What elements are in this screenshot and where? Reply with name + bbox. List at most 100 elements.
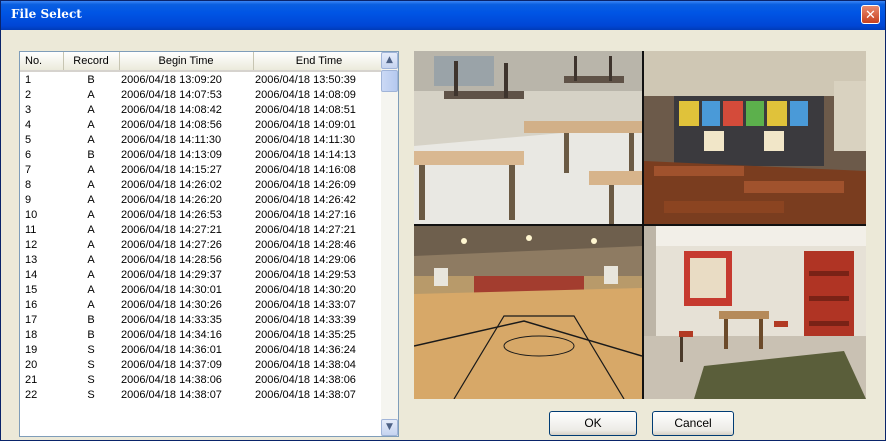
cell-end-time: 2006/04/18 14:14:13 bbox=[255, 148, 356, 161]
table-row[interactable]: 10 A 2006/04/18 14:26:53 2006/04/18 14:27:1… bbox=[20, 207, 385, 222]
table-row[interactable]: 2 A 2006/04/18 14:07:53 2006/04/18 14:08:09 bbox=[20, 87, 385, 102]
table-row[interactable]: 1 B 2006/04/18 13:09:20 2006/04/18 13:50:39 bbox=[20, 71, 385, 87]
cell-end-time: 2006/04/18 14:08:09 bbox=[255, 88, 356, 101]
column-header-end-time[interactable]: End Time bbox=[253, 52, 386, 72]
column-header-begin-time[interactable]: Begin Time bbox=[119, 52, 254, 72]
table-row[interactable]: 3 A 2006/04/18 14:08:42 2006/04/18 14:08:51 bbox=[20, 102, 385, 117]
table-row[interactable]: 22 S 2006/04/18 14:38:07 2006/04/18 14:38:0… bbox=[20, 387, 385, 402]
cell-no: 1 bbox=[25, 73, 32, 86]
cell-end-time: 2006/04/18 14:26:42 bbox=[255, 193, 356, 206]
table-row[interactable]: 14 A 2006/04/18 14:29:37 2006/04/18 14:29:5… bbox=[20, 267, 385, 282]
table-row[interactable]: 15 A 2006/04/18 14:30:01 2006/04/18 14:30:2… bbox=[20, 282, 385, 297]
cell-begin-time: 2006/04/18 13:09:20 bbox=[121, 73, 222, 86]
scroll-thumb[interactable] bbox=[381, 70, 398, 92]
cell-no: 3 bbox=[25, 103, 32, 116]
cell-no: 12 bbox=[25, 238, 38, 251]
cell-begin-time: 2006/04/18 14:07:53 bbox=[121, 88, 222, 101]
cell-end-time: 2006/04/18 14:38:06 bbox=[255, 373, 356, 386]
cell-no: 11 bbox=[25, 223, 37, 236]
cell-record: A bbox=[87, 208, 95, 221]
cell-record: A bbox=[87, 268, 95, 281]
table-row[interactable]: 18 B 2006/04/18 14:34:16 2006/04/18 14:35:2… bbox=[20, 327, 385, 342]
table-row[interactable]: 7 A 2006/04/18 14:15:27 2006/04/18 14:16:08 bbox=[20, 162, 385, 177]
cell-record: A bbox=[87, 238, 95, 251]
table-row[interactable]: 8 A 2006/04/18 14:26:02 2006/04/18 14:26:09 bbox=[20, 177, 385, 192]
cell-end-time: 2006/04/18 13:50:39 bbox=[255, 73, 356, 86]
cell-begin-time: 2006/04/18 14:26:20 bbox=[121, 193, 222, 206]
record-table: No. Record Begin Time End Time 1 B 2006/04… bbox=[20, 52, 386, 402]
cell-end-time: 2006/04/18 14:38:07 bbox=[255, 388, 356, 401]
cell-record: A bbox=[87, 283, 95, 296]
table-row[interactable]: 19 S 2006/04/18 14:36:01 2006/04/18 14:36:2… bbox=[20, 342, 385, 357]
cell-end-time: 2006/04/18 14:30:20 bbox=[255, 283, 356, 296]
table-row[interactable]: 21 S 2006/04/18 14:38:06 2006/04/18 14:38:0… bbox=[20, 372, 385, 387]
cell-end-time: 2006/04/18 14:33:39 bbox=[255, 313, 356, 326]
cell-end-time: 2006/04/18 14:27:16 bbox=[255, 208, 356, 221]
cell-no: 20 bbox=[25, 358, 38, 371]
cell-record: A bbox=[87, 193, 95, 206]
table-row[interactable]: 16 A 2006/04/18 14:30:26 2006/04/18 14:33:0… bbox=[20, 297, 385, 312]
cell-no: 2 bbox=[25, 88, 32, 101]
table-row[interactable]: 4 A 2006/04/18 14:08:56 2006/04/18 14:09:01 bbox=[20, 117, 385, 132]
table-row[interactable]: 11 A 2006/04/18 14:27:21 2006/04/18 14:27:2… bbox=[20, 222, 385, 237]
table-row[interactable]: 5 A 2006/04/18 14:11:30 2006/04/18 14:11:30 bbox=[20, 132, 385, 147]
cell-begin-time: 2006/04/18 14:13:09 bbox=[121, 148, 222, 161]
cell-no: 18 bbox=[25, 328, 38, 341]
cell-end-time: 2006/04/18 14:26:09 bbox=[255, 178, 356, 191]
cell-record: S bbox=[87, 358, 95, 371]
table-row[interactable]: 12 A 2006/04/18 14:27:26 2006/04/18 14:28:4… bbox=[20, 237, 385, 252]
cell-begin-time: 2006/04/18 14:28:56 bbox=[121, 253, 222, 266]
cell-begin-time: 2006/04/18 14:34:16 bbox=[121, 328, 222, 341]
table-row[interactable]: 9 A 2006/04/18 14:26:20 2006/04/18 14:26:42 bbox=[20, 192, 385, 207]
window-title: File Select bbox=[11, 7, 82, 21]
file-select-dialog: File Select ✕ No. Record Begin Time End … bbox=[0, 0, 886, 441]
camera-view-art-classroom bbox=[644, 51, 866, 224]
table-row[interactable]: 17 B 2006/04/18 14:33:35 2006/04/18 14:33:3… bbox=[20, 312, 385, 327]
column-header-no[interactable]: No. bbox=[20, 52, 64, 72]
column-header-record[interactable]: Record bbox=[63, 52, 120, 72]
cell-end-time: 2006/04/18 14:27:21 bbox=[255, 223, 356, 236]
scroll-up-arrow-icon[interactable]: ▲ bbox=[381, 52, 398, 69]
cell-record: S bbox=[87, 373, 95, 386]
cell-no: 5 bbox=[25, 133, 32, 146]
table-row[interactable]: 13 A 2006/04/18 14:28:56 2006/04/18 14:29:0… bbox=[20, 252, 385, 267]
cell-end-time: 2006/04/18 14:36:24 bbox=[255, 343, 356, 356]
cell-begin-time: 2006/04/18 14:30:01 bbox=[121, 283, 222, 296]
cell-no: 6 bbox=[25, 148, 32, 161]
cell-end-time: 2006/04/18 14:38:04 bbox=[255, 358, 356, 371]
cell-begin-time: 2006/04/18 14:26:53 bbox=[121, 208, 222, 221]
cell-begin-time: 2006/04/18 14:27:26 bbox=[121, 238, 222, 251]
cell-record: A bbox=[87, 163, 95, 176]
cell-no: 15 bbox=[25, 283, 38, 296]
cell-end-time: 2006/04/18 14:08:51 bbox=[255, 103, 356, 116]
cell-begin-time: 2006/04/18 14:33:35 bbox=[121, 313, 222, 326]
cell-record: A bbox=[87, 298, 95, 311]
record-list[interactable]: No. Record Begin Time End Time 1 B 2006/04… bbox=[19, 51, 399, 437]
table-row[interactable]: 20 S 2006/04/18 14:37:09 2006/04/18 14:38:0… bbox=[20, 357, 385, 372]
table-row[interactable]: 6 B 2006/04/18 14:13:09 2006/04/18 14:14:13 bbox=[20, 147, 385, 162]
cell-begin-time: 2006/04/18 14:29:37 bbox=[121, 268, 222, 281]
cancel-button[interactable]: Cancel bbox=[652, 411, 734, 436]
cell-record: S bbox=[87, 388, 95, 401]
cell-end-time: 2006/04/18 14:29:53 bbox=[255, 268, 356, 281]
cell-end-time: 2006/04/18 14:28:46 bbox=[255, 238, 356, 251]
cell-begin-time: 2006/04/18 14:36:01 bbox=[121, 343, 222, 356]
cell-record: A bbox=[87, 253, 95, 266]
camera-view-gymnasium bbox=[414, 226, 642, 399]
cell-no: 17 bbox=[25, 313, 38, 326]
close-button[interactable]: ✕ bbox=[861, 5, 880, 24]
cell-begin-time: 2006/04/18 14:30:26 bbox=[121, 298, 222, 311]
cell-end-time: 2006/04/18 14:29:06 bbox=[255, 253, 356, 266]
vertical-scrollbar[interactable]: ▲ ▼ bbox=[381, 52, 398, 436]
scroll-down-arrow-icon[interactable]: ▼ bbox=[381, 419, 398, 436]
cell-begin-time: 2006/04/18 14:08:56 bbox=[121, 118, 222, 131]
cell-begin-time: 2006/04/18 14:15:27 bbox=[121, 163, 222, 176]
camera-preview-grid bbox=[414, 51, 866, 399]
camera-view-lab-classroom bbox=[414, 51, 642, 224]
cell-begin-time: 2006/04/18 14:37:09 bbox=[121, 358, 222, 371]
cell-no: 16 bbox=[25, 298, 38, 311]
cell-no: 9 bbox=[25, 193, 32, 206]
ok-button[interactable]: OK bbox=[549, 411, 637, 436]
cell-record: A bbox=[87, 118, 95, 131]
table-header: No. Record Begin Time End Time bbox=[20, 52, 386, 72]
